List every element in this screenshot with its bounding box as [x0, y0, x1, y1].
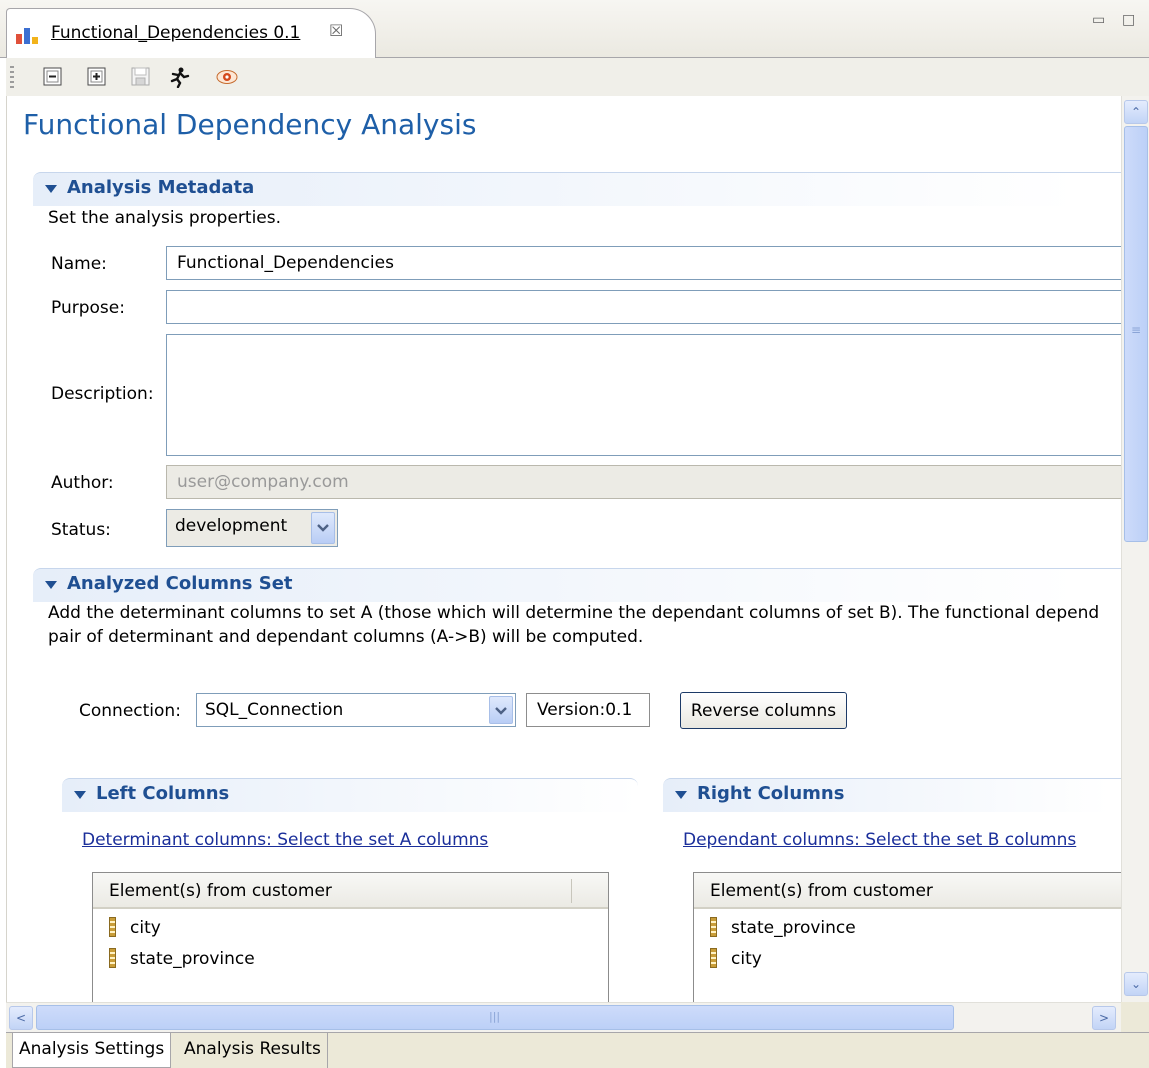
scrollbar-corner	[1121, 1002, 1149, 1032]
section-title: Right Columns	[697, 783, 845, 804]
author-field: user@company.com	[166, 465, 1136, 499]
table-header[interactable]: Element(s) from customer	[93, 873, 608, 909]
right-columns-section-header[interactable]: Right Columns	[663, 778, 1133, 812]
editor-tab[interactable]: Functional_Dependencies 0.1 ☒	[6, 8, 376, 59]
description-label: Description:	[51, 384, 154, 404]
chevron-down-icon	[45, 185, 57, 193]
columns-description-line-2: pair of determinant and dependant column…	[48, 627, 644, 647]
minimize-icon[interactable]: ▭	[1092, 12, 1110, 30]
connection-select[interactable]: SQL_Connection	[196, 693, 516, 727]
table-row[interactable]: city	[710, 948, 762, 976]
purpose-label: Purpose:	[51, 298, 125, 318]
column-icon	[710, 917, 717, 937]
tab-analysis-settings[interactable]: Analysis Settings	[12, 1033, 172, 1068]
save-icon[interactable]	[130, 66, 152, 88]
table-row[interactable]: city	[109, 917, 161, 945]
purpose-field[interactable]	[166, 290, 1136, 324]
chevron-down-icon	[45, 581, 57, 589]
analysis-metadata-section-header[interactable]: Analysis Metadata	[33, 172, 1133, 206]
description-field[interactable]	[166, 334, 1136, 456]
status-select[interactable]: development	[166, 509, 338, 547]
row-label: city	[130, 918, 161, 938]
close-icon[interactable]: ☒	[329, 21, 343, 40]
section-title: Analysis Metadata	[67, 177, 255, 198]
table-row[interactable]: state_province	[109, 948, 255, 976]
version-label: Version:0.1	[526, 693, 650, 727]
reverse-columns-button[interactable]: Reverse columns	[680, 692, 847, 729]
metadata-description: Set the analysis properties.	[48, 208, 282, 228]
name-label: Name:	[51, 254, 107, 274]
scroll-right-button[interactable]: >	[1092, 1006, 1116, 1030]
name-field[interactable]: Functional_Dependencies	[166, 246, 1136, 280]
column-icon	[109, 917, 116, 937]
left-columns-table: Element(s) from customer city state_prov…	[92, 872, 609, 1002]
author-label: Author:	[51, 473, 114, 493]
column-header: Element(s) from customer	[710, 881, 933, 901]
expand-all-icon[interactable]	[86, 66, 108, 88]
chevron-down-icon	[74, 791, 86, 799]
collapse-all-icon[interactable]	[42, 66, 64, 88]
select-set-b-columns-link[interactable]: Dependant columns: Select the set B colu…	[683, 830, 1076, 850]
tab-analysis-results[interactable]: Analysis Results	[178, 1033, 328, 1068]
run-icon[interactable]	[168, 66, 190, 88]
column-icon	[710, 948, 717, 968]
chevron-down-icon	[675, 791, 687, 799]
page-title: Functional Dependency Analysis	[23, 108, 477, 141]
editor-tab-strip: Functional_Dependencies 0.1 ☒ ▭ □	[0, 0, 1149, 59]
right-columns-table: Element(s) from customer state_province …	[693, 872, 1149, 1002]
status-label: Status:	[51, 520, 111, 540]
connection-value: SQL_Connection	[205, 700, 344, 720]
connection-label: Connection:	[79, 701, 181, 721]
vertical-scroll-thumb[interactable]: ≡	[1124, 126, 1148, 542]
row-label: state_province	[130, 949, 255, 969]
scroll-grip-icon: |||	[489, 1010, 501, 1023]
scroll-left-button[interactable]: <	[9, 1006, 33, 1030]
editor-toolbar	[6, 58, 1149, 96]
horizontal-scroll-thumb[interactable]: |||	[36, 1005, 954, 1030]
scroll-up-button[interactable]: ⌃	[1124, 100, 1148, 124]
editor-tab-title: Functional_Dependencies 0.1	[51, 23, 301, 43]
table-header[interactable]: Element(s) from customer	[694, 873, 1149, 909]
editor-page-tabs: Analysis Settings Analysis Results	[6, 1032, 1149, 1068]
status-value: development	[175, 516, 288, 536]
columns-description-line-1: Add the determinant columns to set A (th…	[48, 603, 1100, 623]
chevron-down-icon	[489, 696, 513, 724]
chevron-down-icon	[311, 512, 335, 544]
maximize-icon[interactable]: □	[1122, 12, 1140, 30]
scroll-down-button[interactable]: ⌄	[1124, 972, 1148, 996]
scroll-grip-icon: ≡	[1131, 323, 1142, 337]
toolbar-grip	[10, 66, 14, 88]
preview-icon[interactable]	[216, 66, 238, 88]
left-columns-section-header[interactable]: Left Columns	[62, 778, 638, 812]
section-title: Left Columns	[96, 783, 230, 804]
vertical-scrollbar[interactable]: ⌃ ≡ ⌄	[1121, 96, 1149, 1002]
row-label: city	[731, 949, 762, 969]
chart-icon	[16, 28, 38, 44]
table-row[interactable]: state_province	[710, 917, 856, 945]
editor-content: Functional Dependency Analysis Analysis …	[6, 96, 1149, 1002]
column-header: Element(s) from customer	[109, 881, 332, 901]
column-icon	[109, 948, 116, 968]
analyzed-columns-section-header[interactable]: Analyzed Columns Set	[33, 568, 1133, 602]
column-separator	[571, 879, 572, 903]
horizontal-scrollbar[interactable]: < ||| >	[6, 1002, 1121, 1032]
section-title: Analyzed Columns Set	[67, 573, 293, 594]
select-set-a-columns-link[interactable]: Determinant columns: Select the set A co…	[82, 830, 488, 850]
row-label: state_province	[731, 918, 856, 938]
